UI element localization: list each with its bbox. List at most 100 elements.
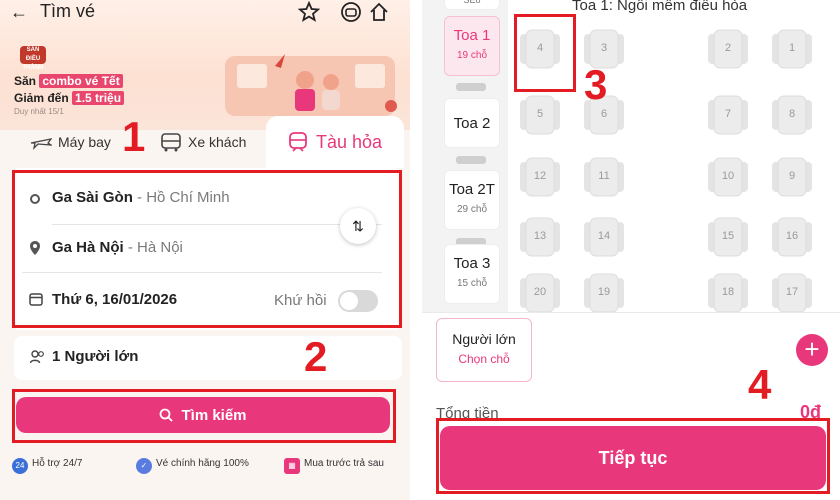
genuine-label: Vé chính hãng 100%: [156, 458, 249, 469]
seat-number: 13: [533, 230, 547, 242]
tab-bus[interactable]: Xe khách: [160, 118, 246, 166]
seat-number: 19: [597, 286, 611, 298]
home-icon[interactable]: [368, 1, 390, 23]
coach-seat-count: 29 chỗ: [456, 204, 488, 215]
coach-name: Toa 2: [453, 115, 491, 132]
train-code: SE8: [444, 0, 500, 10]
promo-discount: Giảm đến 1.5 triệu: [14, 91, 125, 105]
search-screen: SĂN ĐIỀU THÀNH Săn combo vé Tết Giảm đến…: [0, 0, 410, 500]
step-marker-4: 4: [748, 361, 772, 408]
coach-name: Toa 3: [453, 255, 491, 272]
passenger-selector[interactable]: 1 Người lớn: [14, 336, 402, 380]
bus-icon: [161, 133, 181, 152]
seat-17[interactable]: 17: [770, 272, 814, 316]
tab-bus-label: Xe khách: [188, 134, 247, 150]
step-marker-1: 1: [122, 113, 146, 160]
seat-18[interactable]: 18: [706, 272, 750, 316]
seat-7[interactable]: 7: [706, 94, 750, 138]
step-marker-3: 3: [584, 61, 608, 108]
tab-flight[interactable]: Máy bay: [30, 118, 111, 166]
seat-number: 10: [721, 170, 735, 182]
seat-number: 20: [533, 286, 547, 298]
seat-number: 8: [788, 108, 796, 120]
seat-5[interactable]: 5: [518, 94, 562, 138]
people-icon: [30, 350, 44, 364]
seat-15[interactable]: 15: [706, 216, 750, 260]
coach-seat-count: 19 chỗ: [456, 50, 488, 61]
seat-19[interactable]: 19: [582, 272, 626, 316]
star-icon[interactable]: [298, 1, 320, 23]
annotation-box-4: [436, 418, 830, 494]
choose-seat-link: Chọn chỗ: [458, 352, 510, 366]
seat-number: 12: [533, 170, 547, 182]
seat-number: 16: [785, 230, 799, 242]
coach-title: Toa 1: Ngồi mềm điều hòa: [572, 0, 748, 14]
top-bar: ← Tìm vé: [0, 0, 410, 26]
seat-12[interactable]: 12: [518, 156, 562, 200]
seat-10[interactable]: 10: [706, 156, 750, 200]
calendar-pay-icon: ▦: [284, 458, 300, 474]
promo-note: Duy nhất 15/1: [14, 107, 64, 116]
seat-13[interactable]: 13: [518, 216, 562, 260]
coach-list: SE8 Toa 1 19 chỗ Toa 2 Toa 2T 29 chỗ Toa…: [422, 0, 508, 312]
annotation-box-search: [12, 389, 396, 443]
verified-check-icon: ✓: [136, 458, 152, 474]
seat-16[interactable]: 16: [770, 216, 814, 260]
seat-number: 11: [598, 170, 610, 182]
seat-2[interactable]: 2: [706, 28, 750, 72]
train-icon: [289, 132, 307, 152]
pay-later-label: Mua trước trả sau: [304, 458, 384, 469]
step-marker-2: 2: [304, 333, 328, 380]
coach-name: Toa 1: [453, 27, 491, 44]
seat-14[interactable]: 14: [582, 216, 626, 260]
genuine-ticket-feature: ✓ Vé chính hãng 100%: [136, 458, 249, 474]
seat-number: 7: [724, 108, 732, 120]
tab-train[interactable]: Tàu hỏa: [266, 116, 404, 168]
seat-selection-screen: SE8 Toa 1 19 chỗ Toa 2 Toa 2T 29 chỗ Toa…: [422, 0, 840, 500]
seat-8[interactable]: 8: [770, 94, 814, 138]
plus-icon: +: [804, 334, 820, 364]
passenger-type-card[interactable]: Người lớn Chọn chỗ: [436, 318, 532, 382]
promo-badge: SĂN ĐIỀU THÀNH: [20, 46, 46, 71]
coach-item-4[interactable]: Toa 3 15 chỗ: [444, 244, 500, 304]
coach-item-1[interactable]: Toa 1 19 chỗ: [444, 16, 500, 76]
seat-number: 9: [788, 170, 796, 182]
support-24-7-icon: 24: [12, 458, 28, 474]
promo-illustration: [225, 54, 397, 116]
seat-number: 14: [597, 230, 611, 242]
seat-number: 2: [724, 42, 732, 54]
seat-9[interactable]: 9: [770, 156, 814, 200]
seat-number: 6: [600, 108, 608, 120]
seat-number: 17: [785, 286, 799, 298]
page-title: Tìm vé: [40, 1, 96, 21]
passenger-type-label: Người lớn: [452, 331, 516, 347]
pay-later-feature: ▦ Mua trước trả sau: [284, 458, 384, 474]
coach-seat-count: 15 chỗ: [456, 278, 488, 289]
coach-item-2[interactable]: Toa 2: [444, 98, 500, 148]
seat-number: 18: [721, 286, 735, 298]
tab-train-label: Tàu hỏa: [315, 131, 383, 152]
seat-11[interactable]: 11: [582, 156, 626, 200]
seat-1[interactable]: 1: [770, 28, 814, 72]
seat-number: 5: [536, 108, 544, 120]
coach-connector: [456, 83, 486, 91]
seat-20[interactable]: 20: [518, 272, 562, 316]
plane-icon: [30, 138, 52, 150]
back-arrow-icon[interactable]: ←: [10, 2, 28, 23]
seat-number: 1: [788, 42, 796, 54]
seat-number: 15: [721, 230, 735, 242]
annotation-box-2: [12, 170, 402, 328]
promo-headline: Săn combo vé Tết: [14, 74, 123, 88]
add-passenger-button[interactable]: +: [796, 334, 828, 366]
support-label: Hỗ trợ 24/7: [32, 458, 83, 469]
coach-name: Toa 2T: [449, 181, 495, 198]
passenger-count: 1 Người lớn: [52, 348, 139, 365]
seat-number: 3: [600, 42, 608, 54]
tab-flight-label: Máy bay: [58, 134, 111, 150]
support-feature: 24 Hỗ trợ 24/7: [12, 458, 82, 474]
support-agent-icon[interactable]: [340, 1, 362, 23]
coach-connector: [456, 156, 486, 164]
coach-item-3[interactable]: Toa 2T 29 chỗ: [444, 170, 500, 230]
panel-separator: [410, 0, 422, 500]
annotation-box-3: [514, 14, 576, 92]
